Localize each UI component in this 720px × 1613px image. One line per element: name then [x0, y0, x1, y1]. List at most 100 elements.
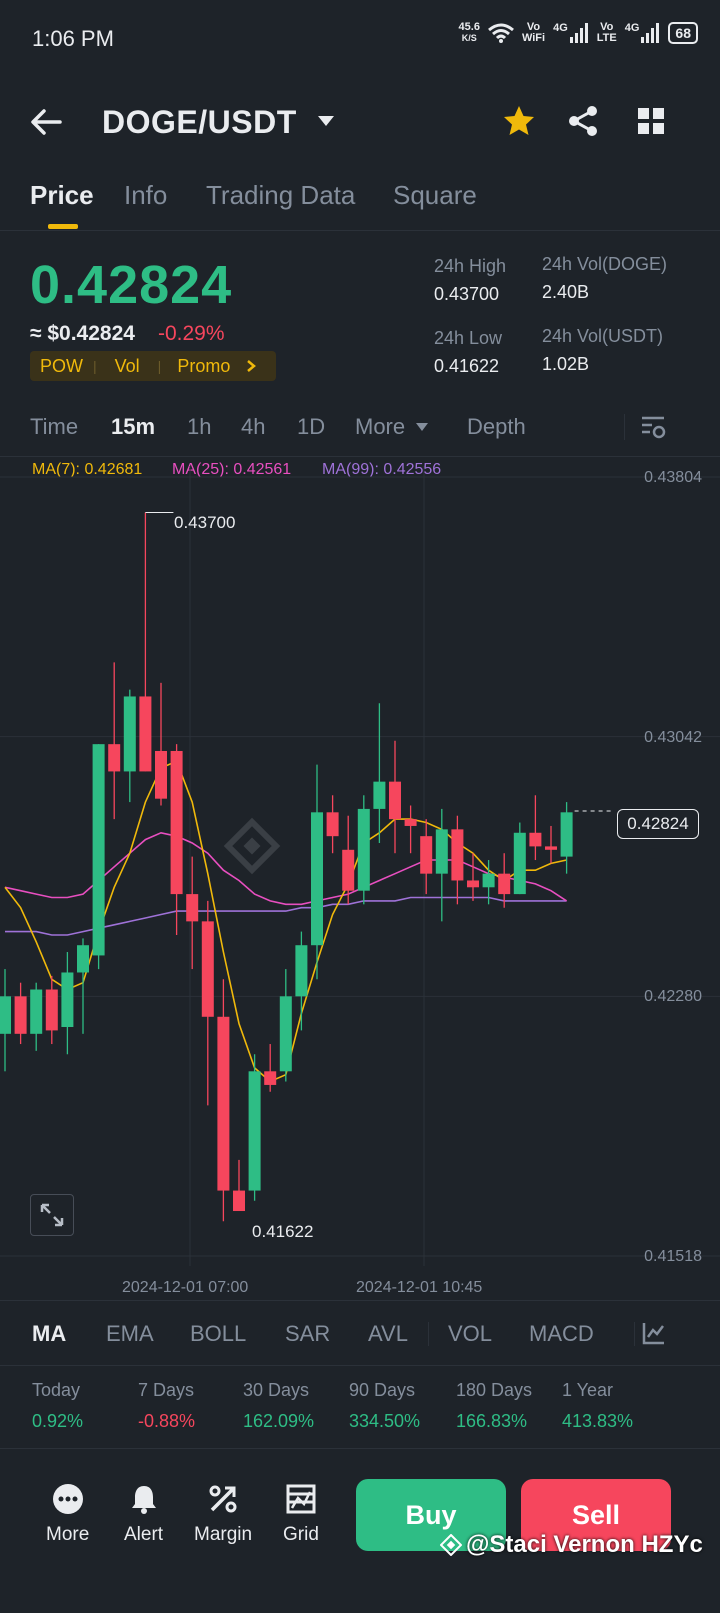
- candle-body: [248, 1071, 261, 1191]
- layout-grid-icon[interactable]: [636, 106, 666, 136]
- candle: [513, 822, 526, 895]
- candle: [248, 1054, 261, 1201]
- tf-1h[interactable]: 1h: [187, 414, 211, 440]
- candle: [108, 662, 121, 820]
- tf-time[interactable]: Time: [30, 414, 78, 440]
- tab-trading-data[interactable]: Trading Data: [206, 180, 355, 211]
- candles: [0, 512, 573, 1222]
- pair-title[interactable]: DOGE/USDT: [102, 104, 297, 141]
- favorite-star-icon[interactable]: [502, 104, 536, 138]
- share-icon[interactable]: [566, 104, 600, 138]
- pair-dropdown-icon[interactable]: [316, 114, 336, 128]
- grid-trading-icon: [286, 1484, 316, 1514]
- chevron-right-icon: [247, 360, 257, 372]
- perf-value-7d: -0.88%: [138, 1411, 196, 1431]
- candle: [560, 802, 573, 874]
- candle-body: [233, 1190, 245, 1212]
- vol-doge-label: 24h Vol(DOGE): [542, 254, 668, 274]
- tf-divider: [624, 414, 625, 440]
- candle: [233, 1159, 245, 1212]
- candle-body: [123, 696, 136, 772]
- candle-body: [560, 812, 573, 857]
- indicator-bottom-divider: [0, 1365, 720, 1366]
- candle: [92, 744, 105, 970]
- candle: [529, 795, 542, 861]
- tab-info[interactable]: Info: [124, 180, 167, 211]
- candle: [155, 682, 167, 806]
- candle: [357, 795, 370, 905]
- candle-body: [342, 849, 355, 891]
- back-button[interactable]: [30, 104, 70, 140]
- net-speed: 45.6 K/S: [459, 22, 480, 44]
- volte-bottom: LTE: [596, 32, 617, 44]
- ind-vol[interactable]: VOL: [448, 1321, 492, 1347]
- candle-body: [545, 846, 557, 850]
- ind-ma[interactable]: MA: [32, 1321, 66, 1347]
- battery-indicator: 68: [668, 22, 698, 44]
- candle: [279, 969, 292, 1082]
- candle-body: [420, 836, 433, 874]
- candle-body: [92, 744, 105, 956]
- candle: [326, 795, 339, 854]
- ind-avl[interactable]: AVL: [368, 1321, 408, 1347]
- candle-body: [279, 996, 292, 1072]
- tf-depth[interactable]: Depth: [467, 414, 526, 440]
- candle: [0, 969, 11, 1072]
- usd-price: ≈ $0.42824: [30, 322, 135, 345]
- nav-alert[interactable]: Alert: [124, 1482, 163, 1546]
- ind-macd[interactable]: MACD: [529, 1321, 594, 1347]
- perf-value-30d: 162.09%: [243, 1411, 315, 1431]
- nav-margin-label: Margin: [194, 1524, 253, 1545]
- time-tick: 2024-12-01 10:45: [356, 1279, 483, 1296]
- net-speed-unit: K/S: [461, 33, 477, 43]
- ind-sar[interactable]: SAR: [285, 1321, 330, 1347]
- nav-grid-label: Grid: [283, 1524, 319, 1545]
- tf-more[interactable]: More: [355, 414, 405, 440]
- fullscreen-button[interactable]: [30, 1194, 74, 1236]
- candle: [77, 938, 89, 1034]
- tag-pow[interactable]: POW: [30, 356, 93, 377]
- tabs-divider: [0, 230, 720, 231]
- nav-margin[interactable]: Margin: [194, 1482, 252, 1546]
- ind-ema[interactable]: EMA: [106, 1321, 154, 1347]
- candle-body: [404, 819, 417, 826]
- time-tick: 2024-12-01 07:00: [122, 1279, 249, 1296]
- price-tick: 0.42280: [644, 988, 702, 1005]
- candle: [404, 805, 417, 854]
- chart-settings-icon[interactable]: [640, 414, 666, 440]
- back-arrow-icon: [31, 109, 62, 135]
- caret-down-icon: [416, 423, 428, 431]
- ma25-line: [4, 831, 568, 906]
- candle-body: [14, 996, 27, 1034]
- watermark-text: @Staci Vernon HZYc: [466, 1531, 703, 1558]
- tf-4h[interactable]: 4h: [241, 414, 265, 440]
- tab-price[interactable]: Price: [30, 180, 94, 211]
- candle: [217, 979, 230, 1222]
- active-tab-indicator: [48, 224, 78, 229]
- indicator-settings-icon[interactable]: [642, 1321, 666, 1345]
- vol-usdt-value: 1.02B: [542, 354, 590, 374]
- candlestick-chart[interactable]: [0, 466, 720, 1296]
- nav-grid[interactable]: Grid: [283, 1482, 319, 1546]
- nav-more[interactable]: More: [46, 1482, 89, 1546]
- tf-1d[interactable]: 1D: [297, 414, 325, 440]
- ind-boll[interactable]: BOLL: [190, 1321, 246, 1347]
- candle-body: [513, 832, 526, 895]
- candle-body: [498, 873, 511, 895]
- tab-square[interactable]: Square: [393, 180, 477, 211]
- price-tick: 0.43804: [644, 469, 702, 486]
- net2-label: 4G: [624, 22, 640, 34]
- price-tick: 0.43042: [644, 729, 702, 746]
- candle: [295, 931, 308, 1031]
- nav-more-label: More: [46, 1524, 90, 1545]
- margin-icon: [209, 1485, 237, 1513]
- tf-15m[interactable]: 15m: [111, 414, 155, 440]
- candle: [467, 853, 479, 901]
- perf-value-1y: 413.83%: [562, 1411, 634, 1431]
- candle: [389, 740, 401, 854]
- tag-vol[interactable]: Vol: [97, 356, 158, 377]
- vol-usdt-label: 24h Vol(USDT): [542, 326, 664, 346]
- tag-pill[interactable]: POW | Vol | Promo: [30, 351, 276, 381]
- candle-body: [451, 829, 464, 881]
- tag-promo[interactable]: Promo: [161, 356, 240, 377]
